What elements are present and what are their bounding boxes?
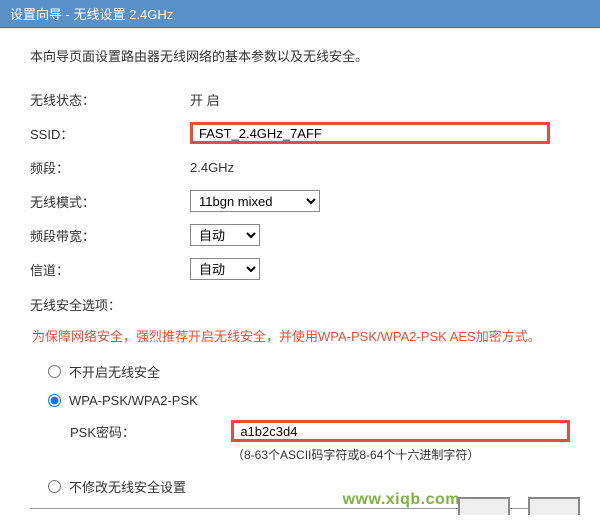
row-channel: 信道： 自动 xyxy=(30,257,570,281)
value-wireless-status: 开 启 xyxy=(190,90,570,109)
watermark: www.xiqb.com xyxy=(343,491,460,509)
radio-wpapsk[interactable] xyxy=(48,394,61,407)
row-bandwidth: 频段带宽： 自动 xyxy=(30,223,570,247)
row-psk: PSK密码： xyxy=(30,420,570,442)
radio-row-wpapsk: WPA-PSK/WPA2-PSK xyxy=(30,393,570,408)
security-section-title: 无线安全选项： xyxy=(30,295,570,314)
label-bandwidth: 频段带宽： xyxy=(30,226,190,245)
label-wireless-status: 无线状态： xyxy=(30,90,190,109)
row-mode: 无线模式： 11bgn mixed xyxy=(30,189,570,213)
bandwidth-select[interactable]: 自动 xyxy=(190,224,260,246)
radio-nochange[interactable] xyxy=(48,480,61,493)
row-wireless-status: 无线状态： 开 启 xyxy=(30,87,570,111)
window-title: 设置向导 - 无线设置 2.4GHz xyxy=(10,7,173,22)
mode-select[interactable]: 11bgn mixed xyxy=(190,190,320,212)
radio-row-nochange: 不修改无线安全设置 xyxy=(30,477,570,496)
label-psk: PSK密码： xyxy=(70,422,231,441)
radio-disable-security[interactable] xyxy=(48,365,61,378)
content-area: 本向导页面设置路由器无线网络的基本参数以及无线安全。 无线状态： 开 启 SSI… xyxy=(0,28,600,531)
label-channel: 信道： xyxy=(30,260,190,279)
button-next[interactable] xyxy=(528,497,580,515)
label-mode: 无线模式： xyxy=(30,192,190,211)
value-band: 2.4GHz xyxy=(190,160,570,175)
label-wpapsk: WPA-PSK/WPA2-PSK xyxy=(69,393,198,408)
psk-hint: （8-63个ASCII码字符或8-64个十六进制字符） xyxy=(30,446,570,463)
button-prev[interactable] xyxy=(458,497,510,515)
security-warning: 为保障网络安全，强烈推荐开启无线安全，并使用WPA-PSK/WPA2-PSK A… xyxy=(30,326,570,348)
button-row xyxy=(458,497,580,515)
label-band: 频段： xyxy=(30,158,190,177)
radio-row-disable: 不开启无线安全 xyxy=(30,362,570,381)
channel-select[interactable]: 自动 xyxy=(190,258,260,280)
psk-input[interactable] xyxy=(231,420,570,442)
description-text: 本向导页面设置路由器无线网络的基本参数以及无线安全。 xyxy=(30,46,570,65)
title-bar: 设置向导 - 无线设置 2.4GHz xyxy=(0,0,600,28)
label-nochange: 不修改无线安全设置 xyxy=(69,477,186,496)
label-disable-security: 不开启无线安全 xyxy=(69,362,160,381)
row-ssid: SSID： xyxy=(30,121,570,145)
row-band: 频段： 2.4GHz xyxy=(30,155,570,179)
label-ssid: SSID： xyxy=(30,124,190,143)
ssid-input[interactable] xyxy=(190,122,550,144)
